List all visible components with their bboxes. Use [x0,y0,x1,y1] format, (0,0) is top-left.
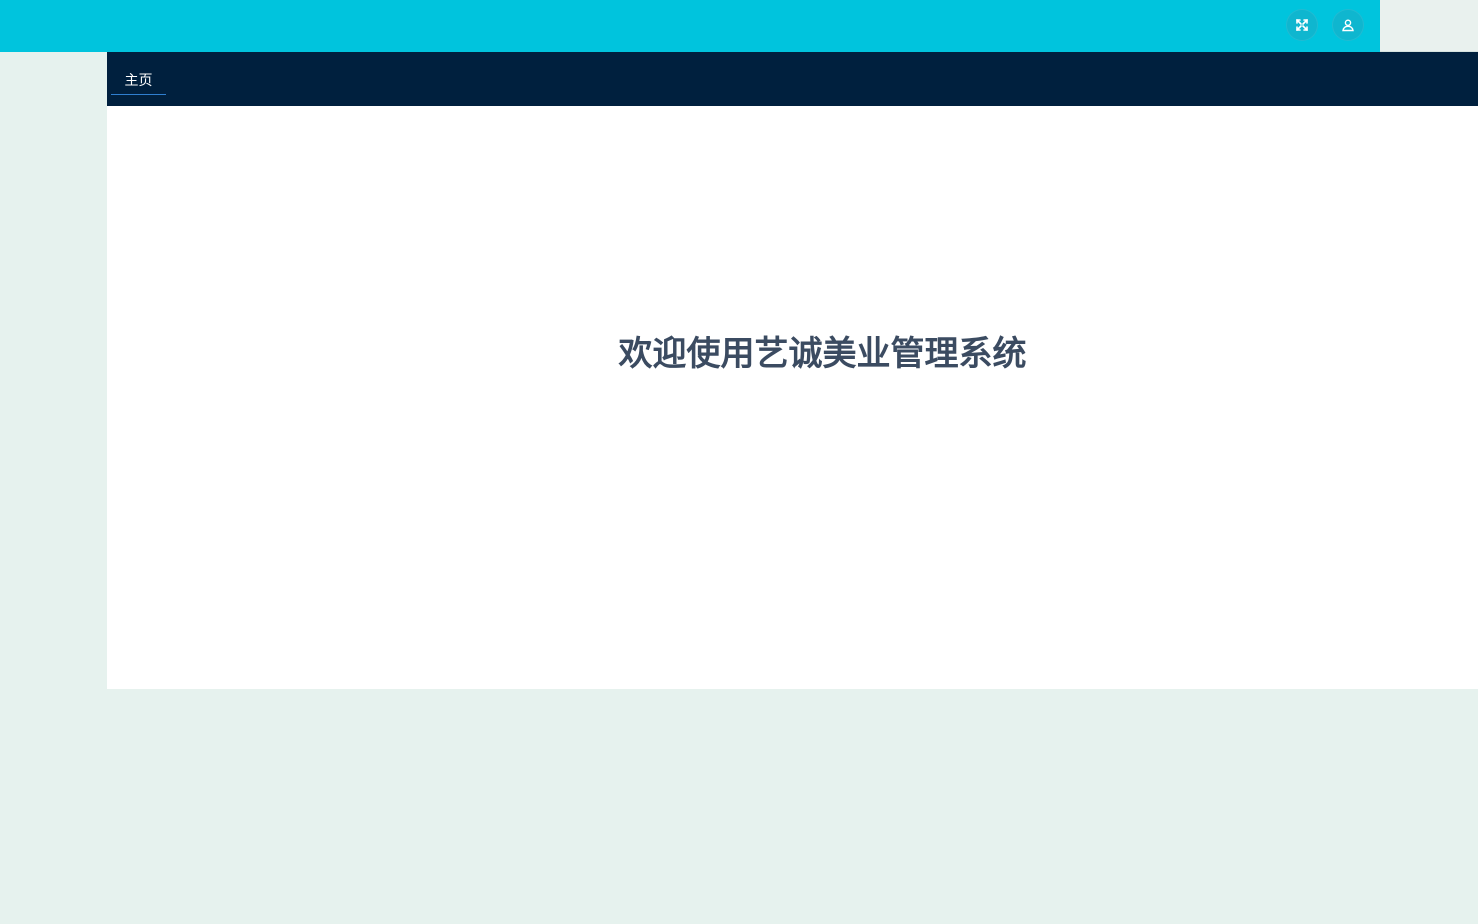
tab-home-label: 主页 [124,72,153,89]
header-right-strip [1380,0,1478,52]
tab-bar: 主页 [107,52,1478,106]
top-header-bar [0,0,1380,52]
user-button[interactable] [1332,9,1364,41]
active-tab-indicator [111,94,166,95]
tab-home[interactable]: 主页 [111,64,166,95]
main-content: 欢迎使用艺诚美业管理系统 [107,106,1478,689]
fullscreen-button[interactable] [1286,9,1318,41]
fullscreen-icon [1295,18,1309,32]
user-icon [1341,18,1355,32]
welcome-title: 欢迎使用艺诚美业管理系统 [618,334,1027,374]
